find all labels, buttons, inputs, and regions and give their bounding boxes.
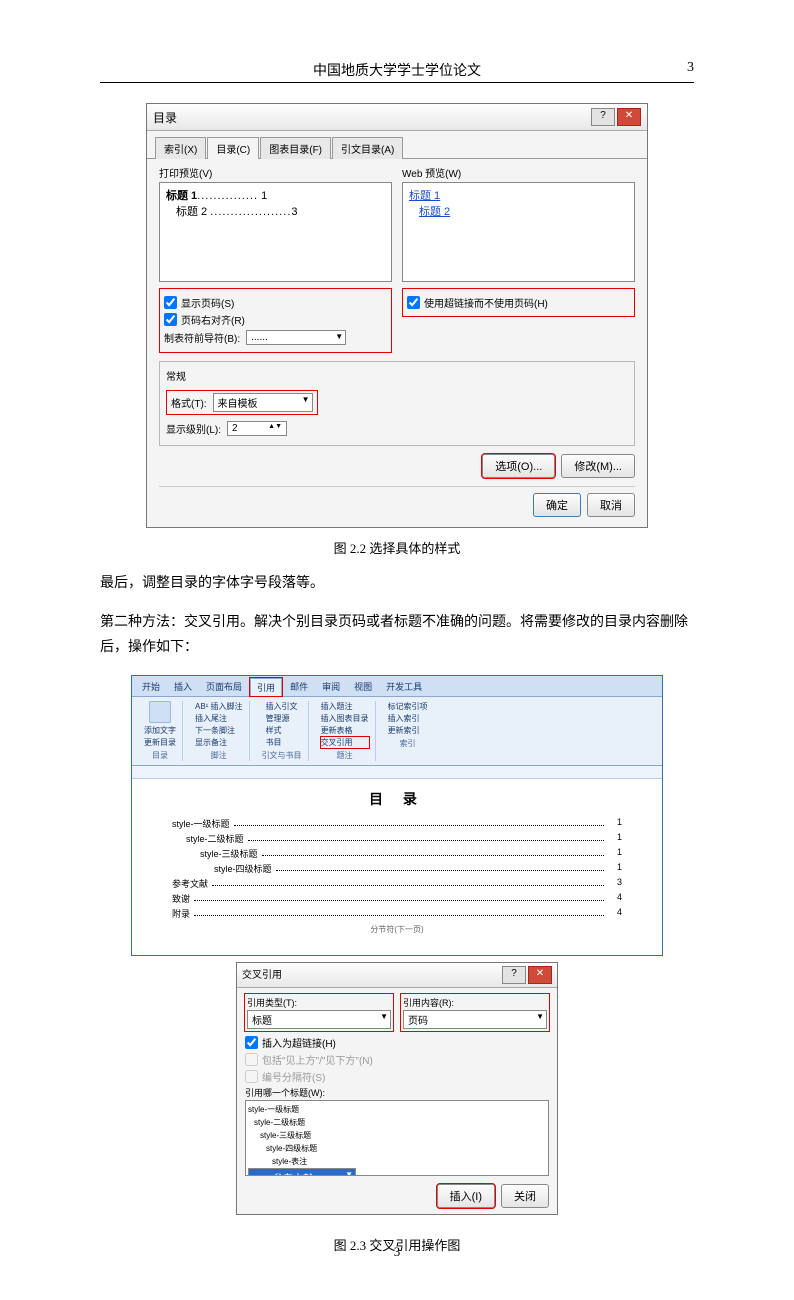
number-sep-checkbox[interactable]: 编号分隔符(S) [245, 1069, 549, 1084]
print-preview-box: 标题 1............... 1 标题 2 .............… [159, 182, 392, 282]
document-area: 目 录 style-一级标题1 style-二级标题1 style-三级标题1 sty… [132, 779, 662, 955]
toc-dialog: 目录 ? ✕ 索引(X) 目录(C) 图表目录(F) 引文目录(A) 打印预览(… [146, 103, 648, 528]
crossref-dialog: 交叉引用 ? ✕ 引用类型(T): 标题 引用内容(R): 页码 [236, 962, 558, 1215]
crossref-button[interactable]: 交叉引用 [321, 737, 369, 748]
general-fieldset: 常规 格式(T): 来自模板 显示级别(L): 2▲▼ [159, 361, 635, 446]
cancel-button[interactable]: 取消 [587, 493, 635, 517]
ribbon-group-footnote: AB¹ 插入脚注插入尾注下一条脚注显示备注 脚注 [189, 701, 250, 761]
paragraph-2: 第二种方法：交叉引用。解决个别目录页码或者标题不准确的问题。将需要修改的目录内容… [100, 610, 694, 660]
ruler [132, 766, 662, 779]
ribbon-tab-insert[interactable]: 插入 [168, 678, 198, 696]
leader-label: 制表符前导符(B): [164, 330, 240, 345]
general-legend: 常规 [166, 368, 628, 383]
figure-2-2-caption: 图 2.2 选择具体的样式 [100, 538, 694, 557]
ribbon-tab-developer[interactable]: 开发工具 [380, 678, 428, 696]
page-header: 中国地质大学学士学位论文 3 [100, 60, 694, 83]
format-label: 格式(T): [171, 395, 207, 410]
ribbon-tab-home[interactable]: 开始 [136, 678, 166, 696]
modify-button[interactable]: 修改(M)... [561, 454, 635, 478]
close-button[interactable]: 关闭 [501, 1184, 549, 1208]
web-preview-box: 标题 1 标题 2 [402, 182, 635, 282]
toc-line: 致谢4 [172, 892, 622, 905]
ribbon-tab-review[interactable]: 审阅 [316, 678, 346, 696]
ref-content-label: 引用内容(R): [403, 996, 547, 1009]
close-icon[interactable]: ✕ [617, 108, 641, 126]
levels-spinner[interactable]: 2▲▼ [227, 421, 287, 436]
tab-figures[interactable]: 图表目录(F) [260, 137, 331, 159]
ribbon-group-index: 标记索引项插入索引更新索引 索引 [382, 701, 434, 761]
page-number-top: 3 [654, 60, 694, 80]
tab-index[interactable]: 索引(X) [155, 137, 206, 159]
paragraph-1: 最后，调整目录的字体字号段落等。 [100, 571, 694, 596]
tab-citations[interactable]: 引文目录(A) [332, 137, 403, 159]
dialog-title: 目录 [153, 109, 177, 126]
hyperlink-checkbox[interactable]: 使用超链接而不使用页码(H) [407, 295, 630, 310]
crossref-dialog-title: 交叉引用 [242, 966, 282, 984]
print-preview-label: 打印预览(V) [159, 165, 392, 180]
ribbon-tab-mailings[interactable]: 邮件 [284, 678, 314, 696]
ribbon-body: 添加文字更新目录 目录 AB¹ 插入脚注插入尾注下一条脚注显示备注 脚注 插入引… [132, 697, 662, 766]
ribbon-group-caption: 插入题注插入图表目录更新表格交叉引用 题注 [315, 701, 376, 761]
ref-content-select[interactable]: 页码 [403, 1010, 547, 1029]
close-icon[interactable]: ✕ [528, 966, 552, 984]
insert-button[interactable]: 插入(I) [437, 1184, 495, 1208]
show-page-checkbox[interactable]: 显示页码(S) [164, 295, 387, 310]
help-icon[interactable]: ? [502, 966, 526, 984]
ok-button[interactable]: 确定 [533, 493, 581, 517]
options-button[interactable]: 选项(O)... [482, 454, 555, 478]
ribbon-tab-view[interactable]: 视图 [348, 678, 378, 696]
include-above-below-checkbox[interactable]: 包括"见上方"/"见下方"(N) [245, 1052, 549, 1067]
right-align-checkbox[interactable]: 页码右对齐(R) [164, 312, 387, 327]
figure-toc-dialog: 目录 ? ✕ 索引(X) 目录(C) 图表目录(F) 引文目录(A) 打印预览(… [100, 103, 694, 528]
levels-label: 显示级别(L): [166, 421, 221, 436]
web-preview-label: Web 预览(W) [402, 165, 635, 180]
section-break: 分节符(下一页) [172, 924, 622, 935]
ribbon-tabs: 开始 插入 页面布局 引用 邮件 审阅 视图 开发工具 [132, 676, 662, 697]
ribbon-tab-references[interactable]: 引用 [250, 678, 282, 696]
toc-icon[interactable] [149, 701, 171, 723]
help-icon[interactable]: ? [591, 108, 615, 126]
ribbon-tab-layout[interactable]: 页面布局 [200, 678, 248, 696]
toc-line: style-三级标题1 [172, 847, 622, 860]
format-select[interactable]: 来自模板 [213, 393, 313, 412]
heading-listbox[interactable]: style-一级标题style-二级标题style-三级标题style-四级标题… [245, 1100, 549, 1176]
page-number-options-frame: 显示页码(S) 页码右对齐(R) 制表符前导符(B):...... [159, 288, 392, 353]
list-label: 引用哪一个标题(W): [245, 1086, 549, 1099]
insert-link-checkbox[interactable]: 插入为超链接(H) [245, 1035, 549, 1050]
toc-line: 附录4 [172, 907, 622, 920]
dialog-tabs: 索引(X) 目录(C) 图表目录(F) 引文目录(A) [147, 131, 647, 159]
page-number-bottom: 3 [0, 1244, 794, 1260]
ribbon-group-citation: 插入引文管理源样式书目 引文与书目 [256, 701, 309, 761]
ref-type-select[interactable]: 标题 [247, 1010, 391, 1029]
toc-line: style-四级标题1 [172, 862, 622, 875]
leader-select[interactable]: ...... [246, 330, 346, 345]
figure-crossref: 开始 插入 页面布局 引用 邮件 审阅 视图 开发工具 添加文字更新目录 目录 … [100, 675, 694, 1215]
tab-toc[interactable]: 目录(C) [207, 137, 259, 159]
toc-line: style-二级标题1 [172, 832, 622, 845]
word-window: 开始 插入 页面布局 引用 邮件 审阅 视图 开发工具 添加文字更新目录 目录 … [131, 675, 663, 956]
dialog-titlebar: 目录 ? ✕ [147, 104, 647, 131]
ribbon-group-toc: 添加文字更新目录 目录 [138, 701, 183, 761]
toc-line: 参考文献3 [172, 877, 622, 890]
hyperlink-option-frame: 使用超链接而不使用页码(H) [402, 288, 635, 317]
header-title: 中国地质大学学士学位论文 [140, 60, 654, 80]
doc-toc-title: 目 录 [172, 789, 622, 809]
toc-line: style-一级标题1 [172, 817, 622, 830]
ref-type-label: 引用类型(T): [247, 996, 391, 1009]
